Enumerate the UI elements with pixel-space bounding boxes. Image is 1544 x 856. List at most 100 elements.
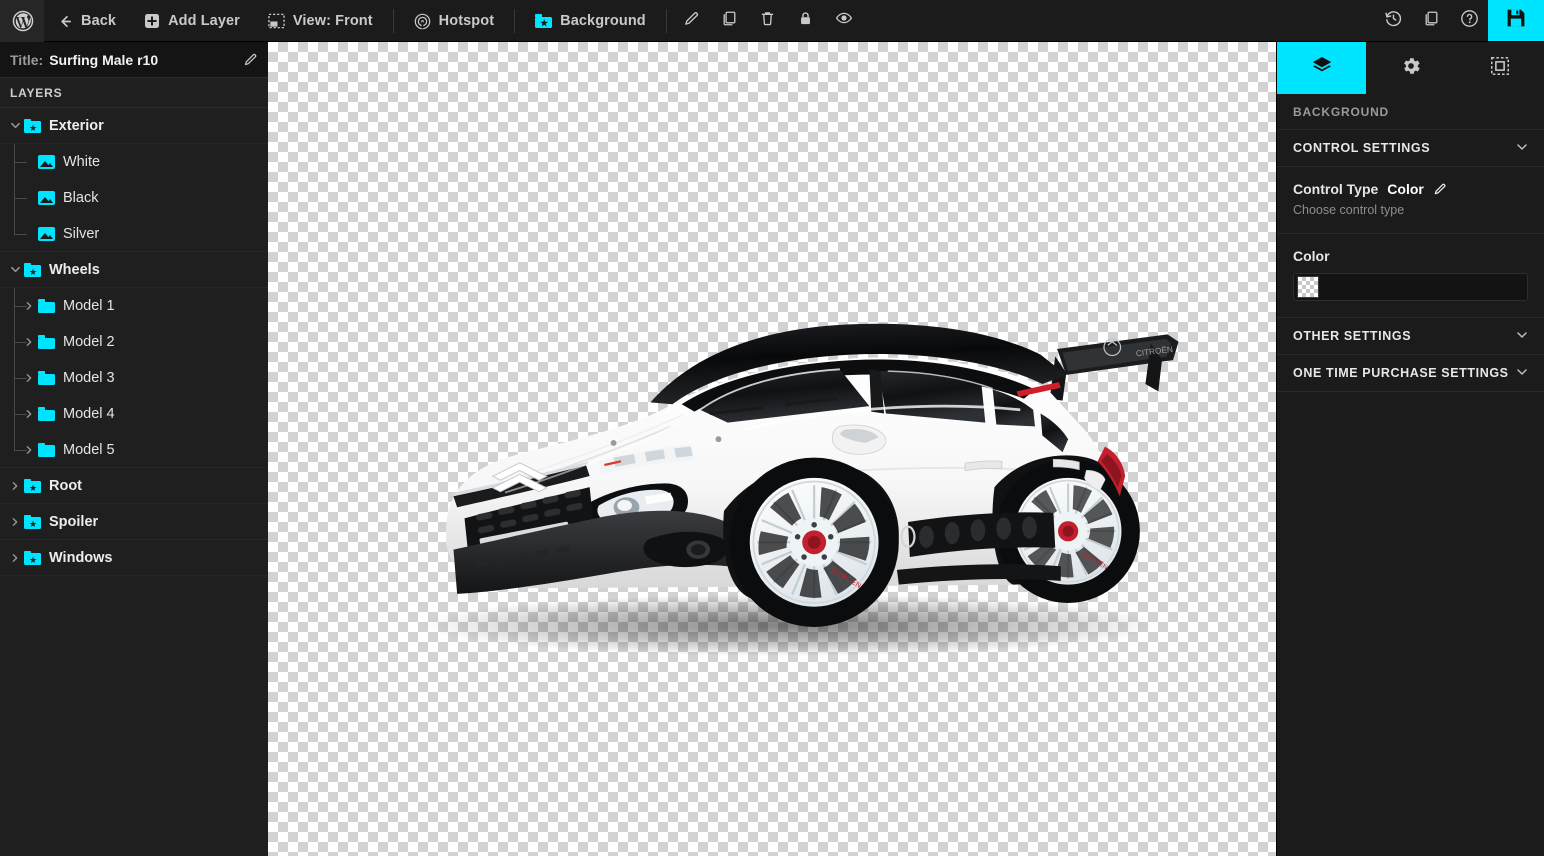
folder-star-icon: ★	[24, 478, 41, 493]
folder-star-icon: ★	[24, 514, 41, 529]
layer-label: White	[63, 154, 101, 170]
layer-row-model-4[interactable]: Model 4	[0, 396, 268, 432]
tree-line-horizontal	[14, 378, 27, 379]
delete-layer-button[interactable]	[749, 0, 787, 42]
copy-icon	[721, 10, 738, 32]
layer-label: Windows	[49, 549, 113, 566]
tab-selection[interactable]	[1455, 42, 1544, 94]
layer-label: Black	[63, 190, 99, 206]
tree-line-horizontal	[14, 449, 27, 451]
panel-context-label: BACKGROUND	[1277, 94, 1544, 130]
tree-line-horizontal	[14, 414, 27, 415]
wordpress-logo-button[interactable]	[0, 0, 44, 42]
chevron-down-icon[interactable]	[6, 264, 24, 275]
layer-row-windows[interactable]: ★ Windows	[0, 540, 268, 576]
chevron-right-icon[interactable]	[6, 481, 24, 491]
chevron-down-icon	[1516, 366, 1528, 381]
layer-row-root[interactable]: ★ Root	[0, 468, 268, 504]
add-layer-label: Add Layer	[168, 13, 240, 29]
lock-icon	[797, 10, 814, 32]
design-canvas[interactable]: CITROËN CITROËN CITROËN	[268, 42, 1276, 856]
control-settings-body: Control Type Color Choose control type	[1277, 167, 1544, 234]
layer-row-black[interactable]: Black	[0, 180, 268, 216]
image-layer-icon	[38, 191, 55, 205]
layer-label: Exterior	[49, 117, 104, 134]
chevron-right-icon[interactable]	[6, 553, 24, 563]
section-control-settings[interactable]: CONTROL SETTINGS	[1277, 130, 1544, 167]
folder-star-icon: ★	[24, 118, 41, 133]
chevron-down-icon	[1516, 329, 1528, 344]
chevron-down-icon	[1516, 141, 1528, 156]
layer-label: Model 5	[63, 441, 115, 458]
add-layer-icon	[144, 13, 160, 29]
color-swatch[interactable]	[1297, 276, 1319, 298]
pencil-icon	[683, 10, 700, 32]
layer-row-model-2[interactable]: Model 2	[0, 324, 268, 360]
control-type-label: Control Type	[1293, 181, 1379, 197]
color-picker-input[interactable]	[1293, 273, 1528, 301]
back-button[interactable]: Back	[44, 0, 130, 42]
layer-row-model-5[interactable]: Model 5	[0, 432, 268, 468]
tree-line-horizontal	[14, 162, 27, 163]
tab-layers[interactable]	[1277, 42, 1366, 94]
trash-icon	[759, 10, 776, 32]
layer-row-white[interactable]: White	[0, 144, 268, 180]
tree-line-horizontal	[14, 342, 27, 343]
arrow-left-icon	[58, 14, 73, 29]
duplicate-icon	[1423, 10, 1440, 32]
help-button[interactable]	[1450, 0, 1488, 42]
edit-title-button[interactable]	[243, 52, 258, 67]
toolbar-divider-1	[392, 9, 394, 33]
clone-project-button[interactable]	[1412, 0, 1450, 42]
wordpress-logo-icon	[12, 10, 34, 32]
hotspot-button[interactable]: Hotspot	[400, 0, 508, 42]
folder-star-icon: ★	[24, 550, 41, 565]
chevron-right-icon[interactable]	[6, 517, 24, 527]
background-layer-button[interactable]: ★ Background	[521, 0, 660, 42]
layer-row-model-1[interactable]: Model 1	[0, 288, 268, 324]
color-field-label: Color	[1293, 248, 1330, 264]
back-label: Back	[81, 13, 117, 29]
control-type-row: Control Type Color	[1293, 181, 1528, 197]
layer-editor-app: Back Add Layer View: Front Hotspot ★ Bac…	[0, 0, 1544, 856]
toggle-visibility-button[interactable]	[825, 0, 863, 42]
edit-layer-button[interactable]	[673, 0, 711, 42]
lock-layer-button[interactable]	[787, 0, 825, 42]
section-title: CONTROL SETTINGS	[1293, 141, 1431, 155]
project-title-value: Surfing Male r10	[49, 51, 159, 68]
layers-section-header: LAYERS	[0, 78, 268, 108]
editor-body: Title: Surfing Male r10 LAYERS ★ Exterio…	[0, 42, 1544, 856]
tree-line-horizontal	[14, 198, 27, 199]
layer-row-model-3[interactable]: Model 3	[0, 360, 268, 396]
layer-row-spoiler[interactable]: ★ Spoiler	[0, 504, 268, 540]
properties-panel: BACKGROUND CONTROL SETTINGS Control Type…	[1276, 42, 1544, 856]
save-button[interactable]	[1488, 0, 1544, 41]
section-one-time-purchase-settings[interactable]: ONE TIME PURCHASE SETTINGS	[1277, 355, 1544, 392]
car-illustration: CITROËN CITROËN CITROËN	[422, 323, 1179, 656]
panel-tabs	[1277, 42, 1544, 94]
folder-star-icon: ★	[535, 14, 553, 28]
folder-icon	[38, 371, 55, 385]
view-label: View: Front	[292, 13, 373, 29]
edit-control-type-button[interactable]	[1433, 182, 1447, 196]
folder-icon	[38, 299, 55, 313]
view-selector-button[interactable]: View: Front	[254, 0, 387, 42]
layer-label: Model 3	[63, 370, 115, 386]
layer-row-wheels[interactable]: ★ Wheels	[0, 252, 268, 288]
section-title: OTHER SETTINGS	[1293, 329, 1412, 343]
tab-settings[interactable]	[1366, 42, 1455, 94]
help-icon	[1460, 9, 1479, 33]
chevron-down-icon[interactable]	[6, 120, 24, 131]
layer-row-silver[interactable]: Silver	[0, 216, 268, 252]
duplicate-layer-button[interactable]	[711, 0, 749, 42]
add-layer-button[interactable]: Add Layer	[130, 0, 254, 42]
background-label: Background	[560, 13, 646, 29]
tree-line-horizontal	[14, 233, 27, 235]
eye-icon	[835, 9, 853, 32]
color-field-body: Color	[1277, 234, 1544, 318]
history-button[interactable]	[1374, 0, 1412, 42]
section-other-settings[interactable]: OTHER SETTINGS	[1277, 318, 1544, 355]
folder-icon	[38, 442, 55, 457]
layer-row-exterior[interactable]: ★ Exterior	[0, 108, 268, 144]
